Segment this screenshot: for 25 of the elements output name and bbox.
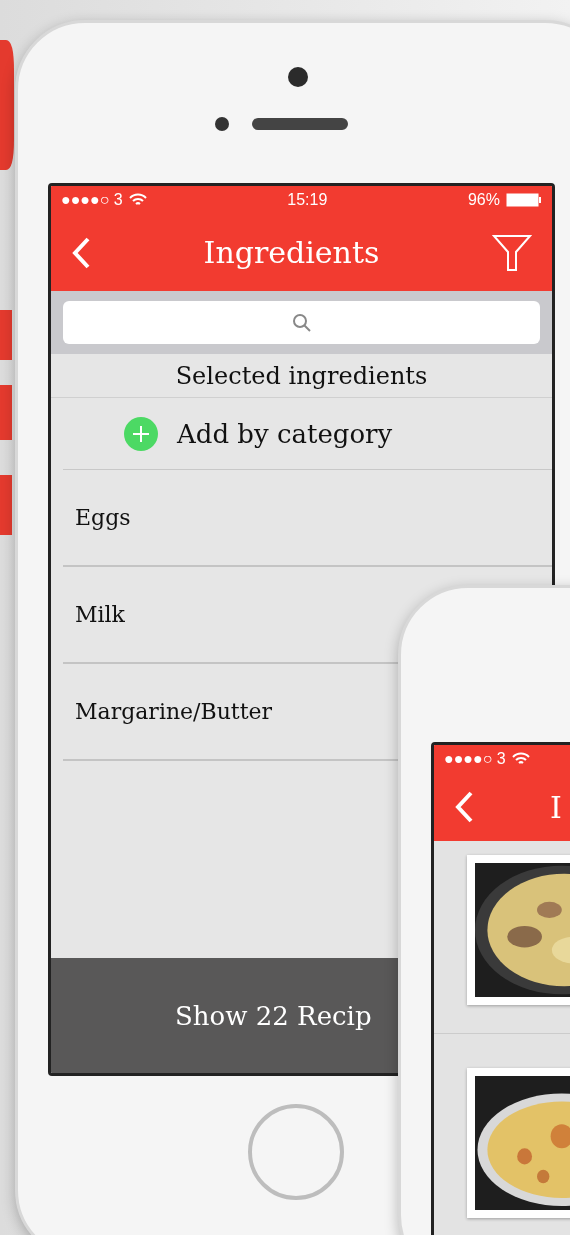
plus-icon: [123, 415, 159, 452]
add-category-row[interactable]: Add by category: [63, 398, 552, 470]
screen-title: I: [550, 789, 562, 825]
wifi-icon: [128, 193, 147, 207]
camera: [288, 67, 308, 87]
ingredient-item[interactable]: Eggs: [75, 505, 131, 530]
battery-icon: [506, 193, 542, 207]
back-icon[interactable]: [454, 791, 474, 824]
filter-icon[interactable]: [492, 233, 532, 272]
status-time: 15:19: [287, 191, 328, 209]
section-title: Selected ingredients: [175, 361, 428, 390]
search-icon: [291, 312, 312, 333]
back-icon[interactable]: [71, 236, 91, 269]
ingredient-item[interactable]: Margarine/Butter: [75, 699, 273, 724]
recipe-card[interactable]: [467, 855, 570, 1006]
recipe-card[interactable]: [467, 1068, 570, 1219]
show-recipes-button[interactable]: Show 22 Recip: [51, 958, 398, 1073]
battery-text: 96%: [467, 191, 500, 209]
sensor: [215, 117, 229, 131]
wifi-icon: [511, 752, 530, 767]
ingredient-item[interactable]: Milk: [75, 602, 125, 627]
signal-text: ●●●●○ 3: [61, 191, 123, 209]
search-field[interactable]: [63, 301, 540, 344]
screen-title: Ingredients: [203, 235, 380, 270]
signal-text: ●●●●○ 3: [444, 750, 506, 769]
